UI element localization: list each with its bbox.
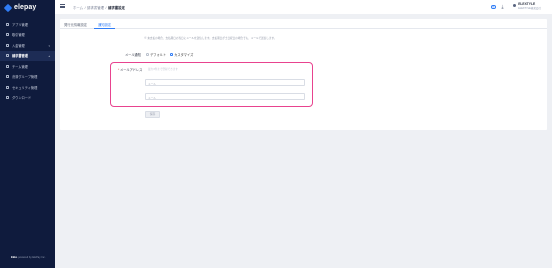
sidebar-item-label: セキュリティ管理 bbox=[12, 85, 38, 90]
sidebar-item-deposits[interactable]: 入金管理 ▾ bbox=[0, 40, 55, 51]
breadcrumb-invoices[interactable]: 請求書管理 bbox=[87, 6, 104, 10]
sidebar-item-transactions[interactable]: 取引管理 bbox=[0, 30, 55, 41]
email-field-1[interactable]: メール bbox=[145, 79, 305, 86]
sidebar-item-label: アプリ管理 bbox=[12, 22, 28, 27]
radio-default-label: デフォルト bbox=[150, 53, 167, 57]
menu-icon[interactable] bbox=[60, 4, 65, 8]
active-tab-indicator bbox=[94, 28, 115, 30]
email-field-1-placeholder: メール bbox=[148, 82, 156, 86]
mail-notification-label: メール通知 bbox=[125, 53, 141, 57]
mail-notification-row: メール通知 デフォルト カスタマイズ bbox=[125, 52, 197, 57]
email-field-2[interactable]: メール bbox=[145, 93, 305, 100]
tab-notification-settings[interactable]: 通知設定 bbox=[98, 22, 111, 27]
sidebar-item-download[interactable]: ダウンロード bbox=[0, 93, 55, 104]
team-icon bbox=[6, 64, 9, 68]
sidebar-item-team[interactable]: チーム管理 bbox=[0, 61, 55, 72]
radio-customize[interactable]: カスタマイズ bbox=[170, 52, 193, 57]
radio-customize-label: カスタマイズ bbox=[174, 53, 194, 57]
email-hint: 最大3件まで登録できます bbox=[148, 67, 178, 71]
help-icon[interactable]: ? bbox=[491, 4, 496, 9]
sidebar-item-label: 取引管理 bbox=[12, 33, 25, 38]
download-icon[interactable]: ⤓ bbox=[502, 4, 504, 9]
sidebar: elepay アプリ管理 取引管理 入金管理 ▾ 請求書管理 ▴ チーム管理 決… bbox=[0, 0, 55, 268]
email-label-text: メールアドレス bbox=[120, 67, 143, 72]
user-icon bbox=[513, 4, 517, 8]
sidebar-item-label: 請求書管理 bbox=[12, 54, 28, 59]
save-button[interactable]: 保存 bbox=[145, 111, 160, 118]
download-icon bbox=[6, 96, 9, 100]
brand-logo[interactable]: elepay bbox=[3, 3, 37, 12]
sidebar-item-label: 決済グループ管理 bbox=[12, 75, 38, 80]
footer-text: powered by ElePay Inc. bbox=[18, 256, 46, 259]
chevron-up-icon: ▴ bbox=[48, 54, 50, 59]
shield-icon bbox=[6, 85, 9, 89]
radio-default-indicator bbox=[145, 53, 149, 56]
bank-icon bbox=[6, 43, 9, 47]
sidebar-footer: Ekko powered by ElePay Inc. bbox=[11, 256, 45, 259]
app-icon bbox=[6, 22, 9, 26]
breadcrumb-current: 請求書設定 bbox=[107, 5, 125, 10]
email-label: *メールアドレス bbox=[118, 67, 142, 72]
invoice-icon bbox=[6, 54, 9, 58]
sidebar-item-label: ダウンロード bbox=[12, 96, 32, 101]
list-icon bbox=[6, 33, 9, 37]
sidebar-item-invoices[interactable]: 請求書管理 ▴ bbox=[0, 50, 55, 61]
radio-customize-indicator bbox=[170, 53, 173, 56]
radio-default[interactable]: デフォルト bbox=[145, 52, 167, 57]
email-field-2-placeholder: メール bbox=[148, 96, 156, 100]
brand-name: elepay bbox=[14, 4, 37, 11]
sidebar-item-payment-groups[interactable]: 決済グループ管理 bbox=[0, 72, 55, 83]
sidebar-item-security[interactable]: セキュリティ管理 bbox=[0, 82, 55, 93]
notice-text: ※ 未支払の場合、支払期日の当日にメールを送信します。支払期日が土日祝日の場合で… bbox=[144, 36, 277, 40]
sidebar-nav: アプリ管理 取引管理 入金管理 ▾ 請求書管理 ▴ チーム管理 決済グループ管理… bbox=[0, 19, 55, 103]
sidebar-item-label: チーム管理 bbox=[12, 64, 28, 69]
logo-icon bbox=[3, 3, 13, 12]
chevron-down-icon: ▾ bbox=[48, 43, 50, 48]
user-menu[interactable]: ELEXTYLE ELEXTYLE株式会社 bbox=[513, 2, 541, 10]
footer-brand: Ekko bbox=[11, 256, 18, 259]
topbar: ホーム / 請求書管理 / 請求書設定 ? ⤓ ELEXTYLE ELEXTYLE株式会… bbox=[55, 0, 552, 14]
breadcrumb: ホーム / 請求書管理 / 請求書設定 bbox=[73, 5, 125, 10]
group-icon bbox=[6, 75, 9, 79]
tab-issuer-settings[interactable]: 発行元情報設定 bbox=[64, 22, 87, 27]
sidebar-item-apps[interactable]: アプリ管理 bbox=[0, 19, 55, 30]
user-company: ELEXTYLE株式会社 bbox=[518, 6, 541, 10]
breadcrumb-home[interactable]: ホーム bbox=[73, 6, 83, 10]
tab-bar: 発行元情報設定 通知設定 bbox=[60, 19, 547, 30]
sidebar-item-label: 入金管理 bbox=[12, 43, 25, 48]
settings-card: 発行元情報設定 通知設定 ※ 未支払の場合、支払期日の当日にメールを送信します。… bbox=[60, 19, 547, 130]
